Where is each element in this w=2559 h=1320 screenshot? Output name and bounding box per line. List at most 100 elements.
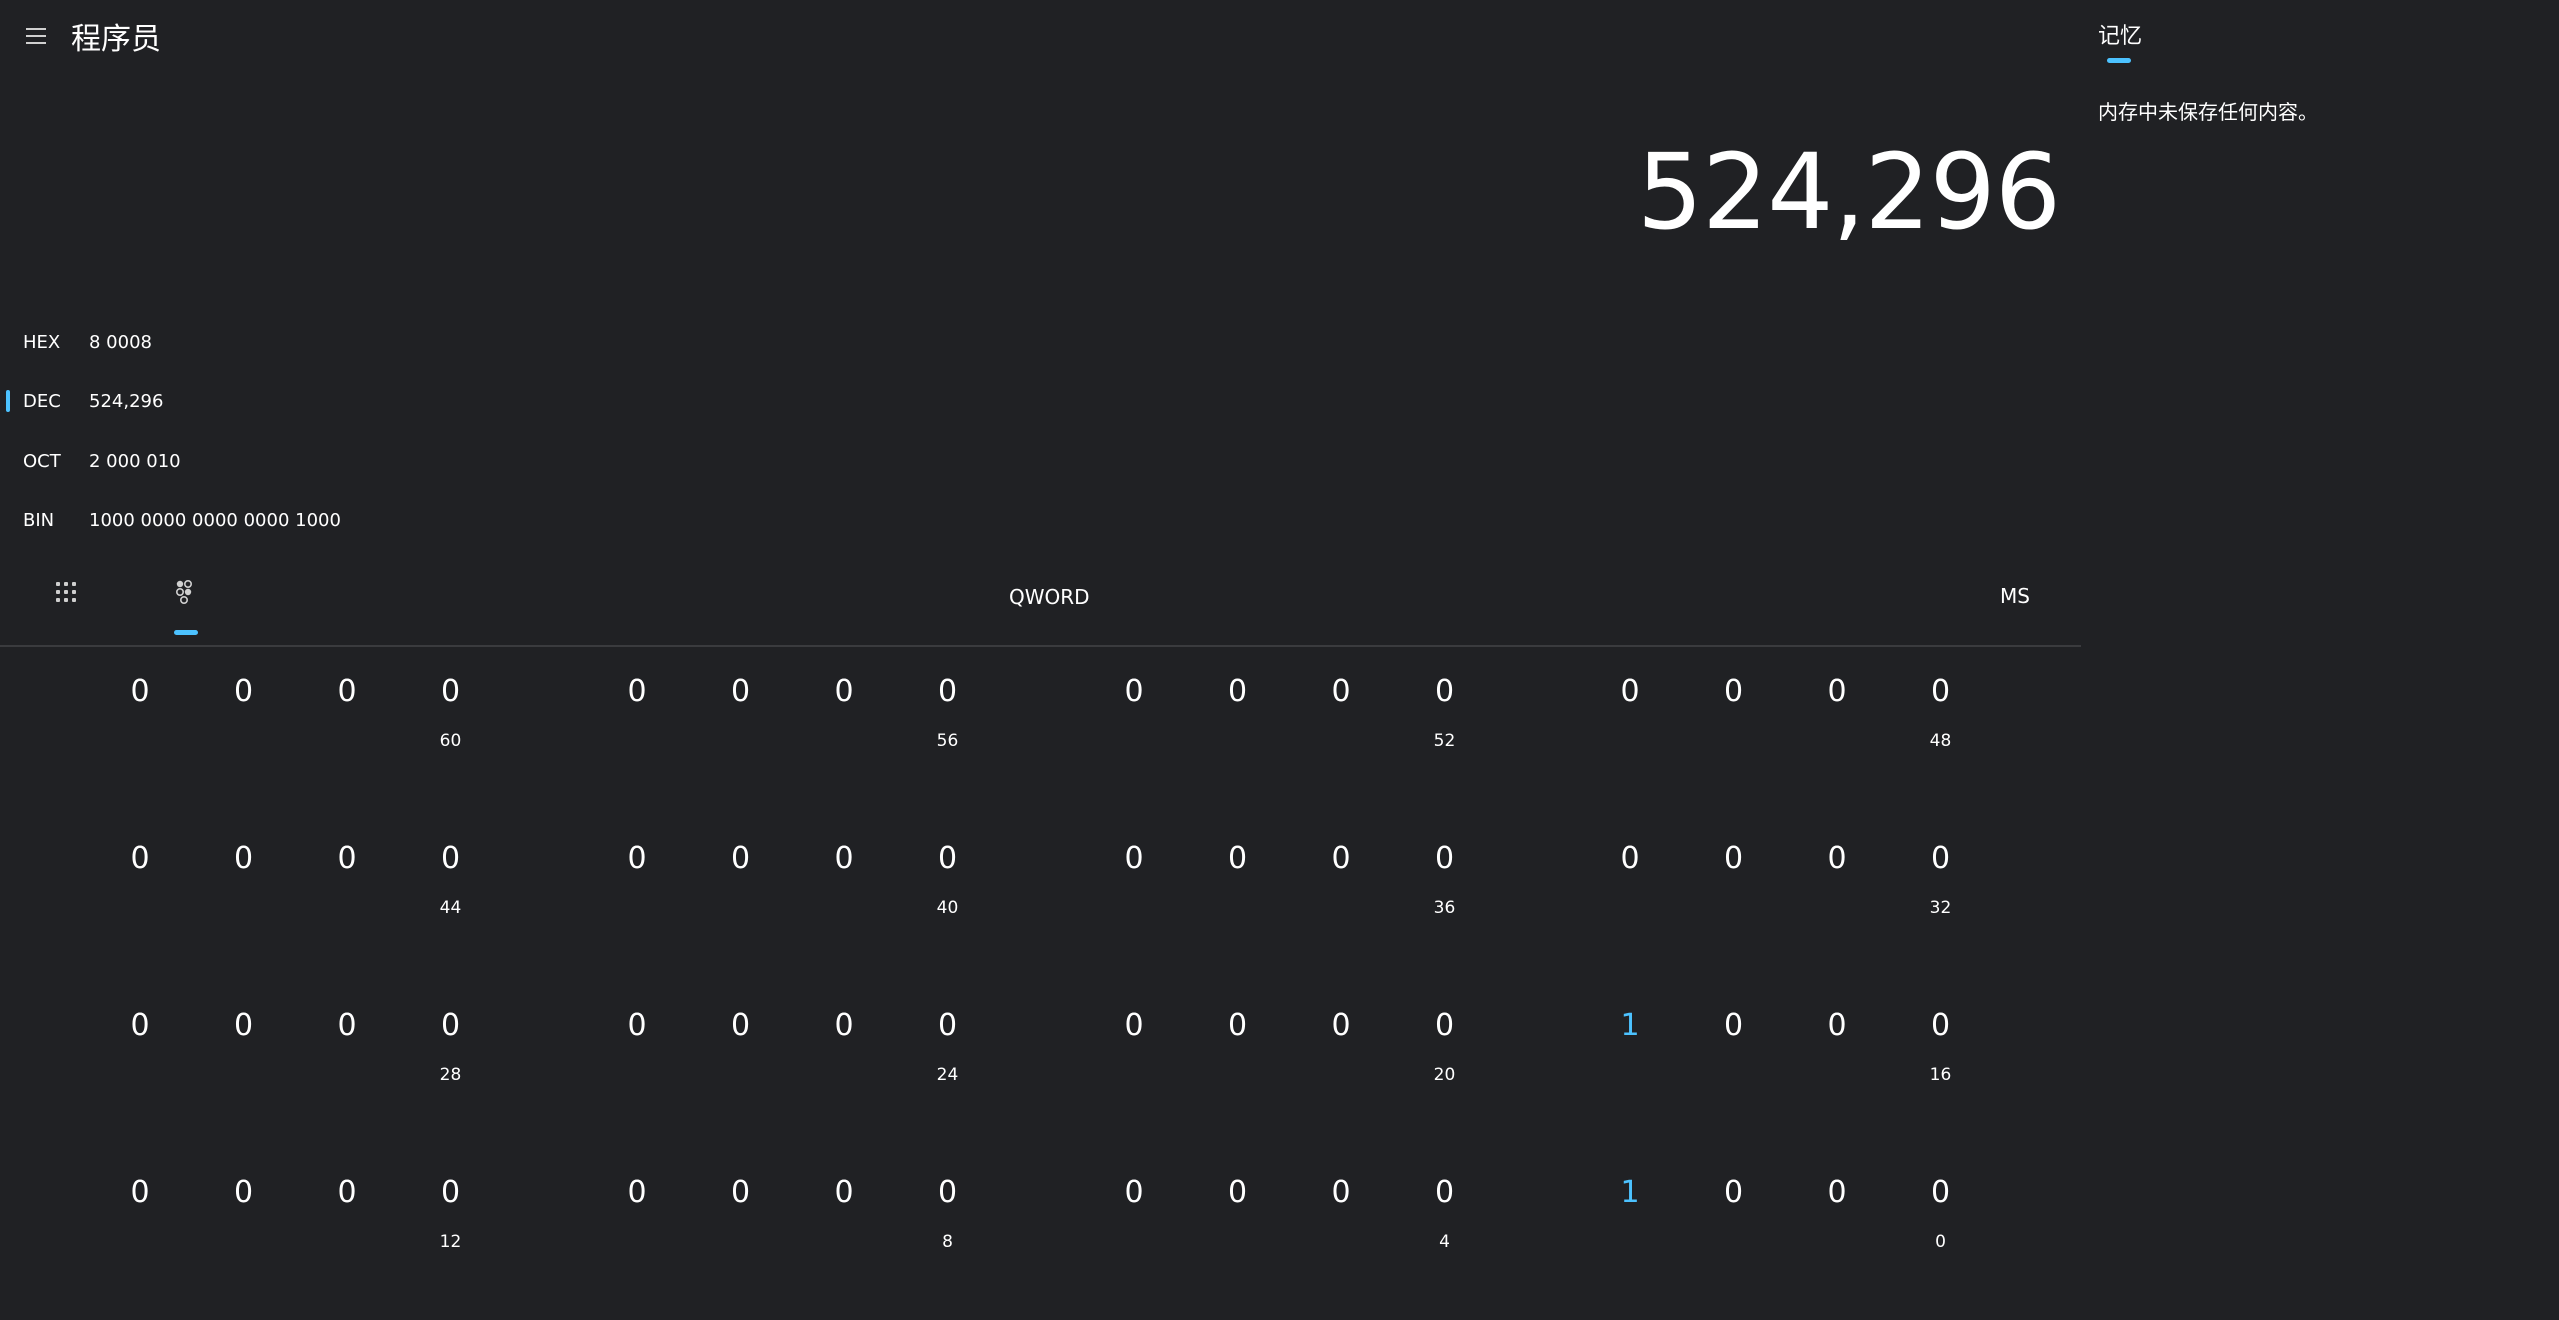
bit-toggle[interactable]: 0 — [1114, 677, 1154, 707]
bit-toggle[interactable]: 0 — [824, 677, 864, 707]
radix-row-oct[interactable]: OCT 2 000 010 — [0, 441, 500, 481]
bit-toggle[interactable]: 0 — [721, 677, 761, 707]
bit-toggle[interactable]: 0 — [928, 677, 968, 707]
bit-toggle[interactable]: 0 — [824, 1178, 864, 1208]
bit-toggle[interactable]: 0 — [1610, 677, 1650, 707]
bit-toggle[interactable]: 0 — [1714, 677, 1754, 707]
radix-value: 1000 0000 0000 0000 1000 — [89, 510, 341, 531]
memory-store-button[interactable]: MS — [2000, 584, 2030, 608]
bit-toggle[interactable]: 0 — [224, 677, 264, 707]
bit-position-label: 32 — [1929, 898, 1952, 918]
bit-position-label: 56 — [936, 731, 959, 751]
bit-toggle[interactable]: 0 — [1921, 677, 1961, 707]
radix-row-dec[interactable]: DEC 524,296 — [0, 381, 500, 421]
active-radix-indicator — [6, 390, 10, 412]
bit-toggle[interactable]: 0 — [120, 1178, 160, 1208]
bit-toggle[interactable]: 0 — [431, 1178, 471, 1208]
hamburger-menu-icon[interactable] — [18, 20, 54, 54]
bit-toggle[interactable]: 0 — [1921, 1011, 1961, 1041]
bit-toggle[interactable]: 0 — [1218, 1178, 1258, 1208]
bit-toggle[interactable]: 0 — [617, 844, 657, 874]
bit-toggle[interactable]: 0 — [431, 844, 471, 874]
bit-toggle[interactable]: 0 — [224, 1178, 264, 1208]
bit-toggle[interactable]: 0 — [928, 1178, 968, 1208]
memory-empty-message: 内存中未保存任何内容。 — [2098, 100, 2318, 124]
bit-position-label: 44 — [439, 898, 462, 918]
word-size-button[interactable]: QWORD — [1009, 585, 1090, 609]
bit-toggle[interactable]: 0 — [617, 677, 657, 707]
bit-toggle[interactable]: 0 — [1425, 677, 1465, 707]
bit-toggle[interactable]: 0 — [928, 844, 968, 874]
bit-toggle[interactable]: 1 — [1610, 1011, 1650, 1041]
divider — [0, 645, 2081, 647]
full-keypad-icon[interactable] — [52, 578, 80, 606]
bit-toggle[interactable]: 0 — [617, 1011, 657, 1041]
bit-toggle[interactable]: 0 — [1714, 1178, 1754, 1208]
bit-toggle[interactable]: 0 — [1321, 844, 1361, 874]
bit-position-label: 40 — [936, 898, 959, 918]
selected-tab-indicator — [174, 630, 198, 635]
bit-position-label: 20 — [1433, 1065, 1456, 1085]
bit-toggle[interactable]: 0 — [224, 1011, 264, 1041]
bit-toggle[interactable]: 0 — [1714, 1011, 1754, 1041]
bit-position-label: 16 — [1929, 1065, 1952, 1085]
bit-toggle[interactable]: 0 — [1714, 844, 1754, 874]
bit-toggle[interactable]: 0 — [1425, 844, 1465, 874]
bit-toggle[interactable]: 0 — [617, 1178, 657, 1208]
bit-toggle[interactable]: 0 — [1610, 844, 1650, 874]
bit-toggle[interactable]: 0 — [1921, 1178, 1961, 1208]
bit-position-label: 36 — [1433, 898, 1456, 918]
bit-toggle[interactable]: 0 — [928, 1011, 968, 1041]
bit-toggle[interactable]: 0 — [120, 677, 160, 707]
bit-toggle[interactable]: 0 — [824, 844, 864, 874]
bit-toggle[interactable]: 0 — [1114, 1011, 1154, 1041]
bit-toggle[interactable]: 0 — [120, 1011, 160, 1041]
bit-toggle[interactable]: 0 — [1114, 1178, 1154, 1208]
bit-position-label: 8 — [942, 1232, 953, 1252]
bit-toggle[interactable]: 0 — [1425, 1011, 1465, 1041]
bit-toggle[interactable]: 0 — [1817, 1178, 1857, 1208]
radix-row-hex[interactable]: HEX 8 0008 — [0, 322, 500, 362]
bit-toggle[interactable]: 0 — [1817, 677, 1857, 707]
memory-tab[interactable]: 记忆 — [2098, 18, 2142, 50]
bit-toggle[interactable]: 0 — [1321, 1011, 1361, 1041]
bit-position-label: 4 — [1439, 1232, 1450, 1252]
bit-toggle[interactable]: 0 — [824, 1011, 864, 1041]
bit-toggle[interactable]: 0 — [721, 1011, 761, 1041]
bit-toggle[interactable]: 1 — [1610, 1178, 1650, 1208]
radix-label: BIN — [23, 510, 55, 531]
radix-label: OCT — [23, 451, 61, 472]
bit-toggle[interactable]: 0 — [1817, 1011, 1857, 1041]
radix-row-bin[interactable]: BIN 1000 0000 0000 0000 1000 — [0, 500, 500, 540]
radix-value: 8 0008 — [89, 332, 152, 353]
bit-toggle[interactable]: 0 — [1921, 844, 1961, 874]
bit-toggle[interactable]: 0 — [1218, 1011, 1258, 1041]
radix-label: HEX — [23, 332, 61, 353]
bit-toggle[interactable]: 0 — [327, 677, 367, 707]
bit-toggle[interactable]: 0 — [721, 1178, 761, 1208]
bit-position-label: 60 — [439, 731, 462, 751]
radix-label: DEC — [23, 391, 61, 412]
calculator-window: 程序员 524,296 HEX 8 0008 DEC 524,296 OCT 2… — [0, 0, 2559, 1320]
bit-toggle[interactable]: 0 — [1114, 844, 1154, 874]
bit-position-label: 52 — [1433, 731, 1456, 751]
bit-toggle[interactable]: 0 — [1425, 1178, 1465, 1208]
bit-toggle[interactable]: 0 — [1321, 677, 1361, 707]
bit-toggle[interactable]: 0 — [327, 844, 367, 874]
bit-toggle[interactable]: 0 — [1321, 1178, 1361, 1208]
bit-toggle[interactable]: 0 — [327, 1011, 367, 1041]
bit-toggle[interactable]: 0 — [431, 1011, 471, 1041]
bit-position-label: 24 — [936, 1065, 959, 1085]
bit-toggle[interactable]: 0 — [431, 677, 471, 707]
bit-position-label: 28 — [439, 1065, 462, 1085]
bit-toggle[interactable]: 0 — [721, 844, 761, 874]
bit-toggling-keypad-icon[interactable] — [170, 578, 204, 608]
bit-toggle[interactable]: 0 — [1218, 677, 1258, 707]
bit-position-label: 48 — [1929, 731, 1952, 751]
bit-toggle[interactable]: 0 — [1218, 844, 1258, 874]
bit-toggle[interactable]: 0 — [224, 844, 264, 874]
bit-toggle[interactable]: 0 — [1817, 844, 1857, 874]
bit-toggle[interactable]: 0 — [120, 844, 160, 874]
bit-toggle[interactable]: 0 — [327, 1178, 367, 1208]
result-display: 524,296 — [1636, 131, 2061, 253]
